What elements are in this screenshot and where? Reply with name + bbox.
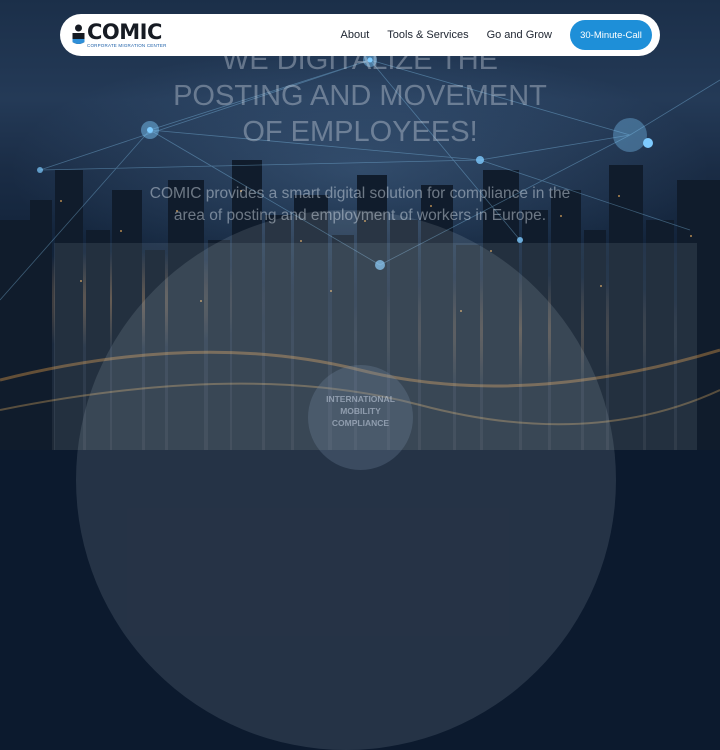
top-navbar: COMIC CORPORATE MIGRATION CENTER About T… [60,14,660,56]
subtext-line: area of posting and employment of worker… [173,207,547,224]
hero-subtext: COMIC provides a smart digital solution … [100,183,620,227]
nav-link-go-and-grow[interactable]: Go and Grow [487,29,552,41]
headline-line: OF EMPLOYEES! [242,116,478,148]
logo-wordmark: COMIC [87,19,162,44]
logo-person-icon [72,24,85,44]
headline-line: POSTING AND MOVEMENT [173,80,547,112]
book-call-button[interactable]: 30-Minute-Call [570,20,652,50]
comic-logo[interactable]: COMIC CORPORATE MIGRATION CENTER [72,20,167,50]
hero-headline: WE DIGITALIZE THE POSTING AND MOVEMENT O… [0,42,720,150]
mobility-compliance-badge: INTERNATIONAL MOBILITY COMPLIANCE [308,365,413,470]
subtext-line: COMIC provides a smart digital solution … [149,185,571,202]
badge-line: COMPLIANCE [331,418,390,428]
badge-line: MOBILITY [340,406,381,416]
nav-links: About Tools & Services Go and Grow 30-Mi… [341,20,652,50]
nav-link-about[interactable]: About [341,29,370,41]
badge-line: INTERNATIONAL [326,394,395,404]
nav-link-tools-services[interactable]: Tools & Services [387,29,468,41]
logo-tagline: CORPORATE MIGRATION CENTER [87,42,167,48]
decorative-circle [76,210,616,750]
